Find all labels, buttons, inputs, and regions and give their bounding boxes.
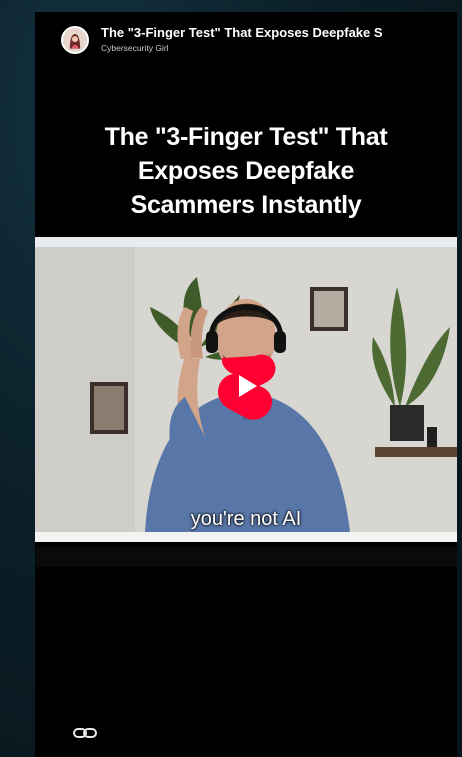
headline-line-3: Scammers Instantly bbox=[130, 191, 362, 219]
headline-line-1: The "3-Finger Test" That bbox=[104, 123, 388, 151]
channel-avatar[interactable] bbox=[61, 26, 89, 54]
video-header: The "3-Finger Test" That Exposes Deepfak… bbox=[35, 12, 457, 66]
shorts-player[interactable]: The "3-Finger Test" That Exposes Deepfak… bbox=[35, 12, 457, 757]
video-caption: you're not AI bbox=[190, 508, 302, 530]
video-headline: The "3-Finger Test" That Exposes Deepfak… bbox=[35, 120, 457, 222]
headline-line-2: Exposes Deepfake bbox=[137, 157, 355, 185]
video-title[interactable]: The "3-Finger Test" That Exposes Deepfak… bbox=[101, 25, 453, 40]
video-top-strip bbox=[35, 237, 457, 247]
link-icon[interactable] bbox=[73, 725, 97, 741]
channel-name[interactable]: Cybersecurity Girl bbox=[101, 43, 169, 53]
youtube-shorts-play-icon[interactable] bbox=[215, 352, 277, 422]
video-bottom-strip bbox=[35, 532, 457, 542]
video-shadow-strip bbox=[35, 547, 457, 567]
